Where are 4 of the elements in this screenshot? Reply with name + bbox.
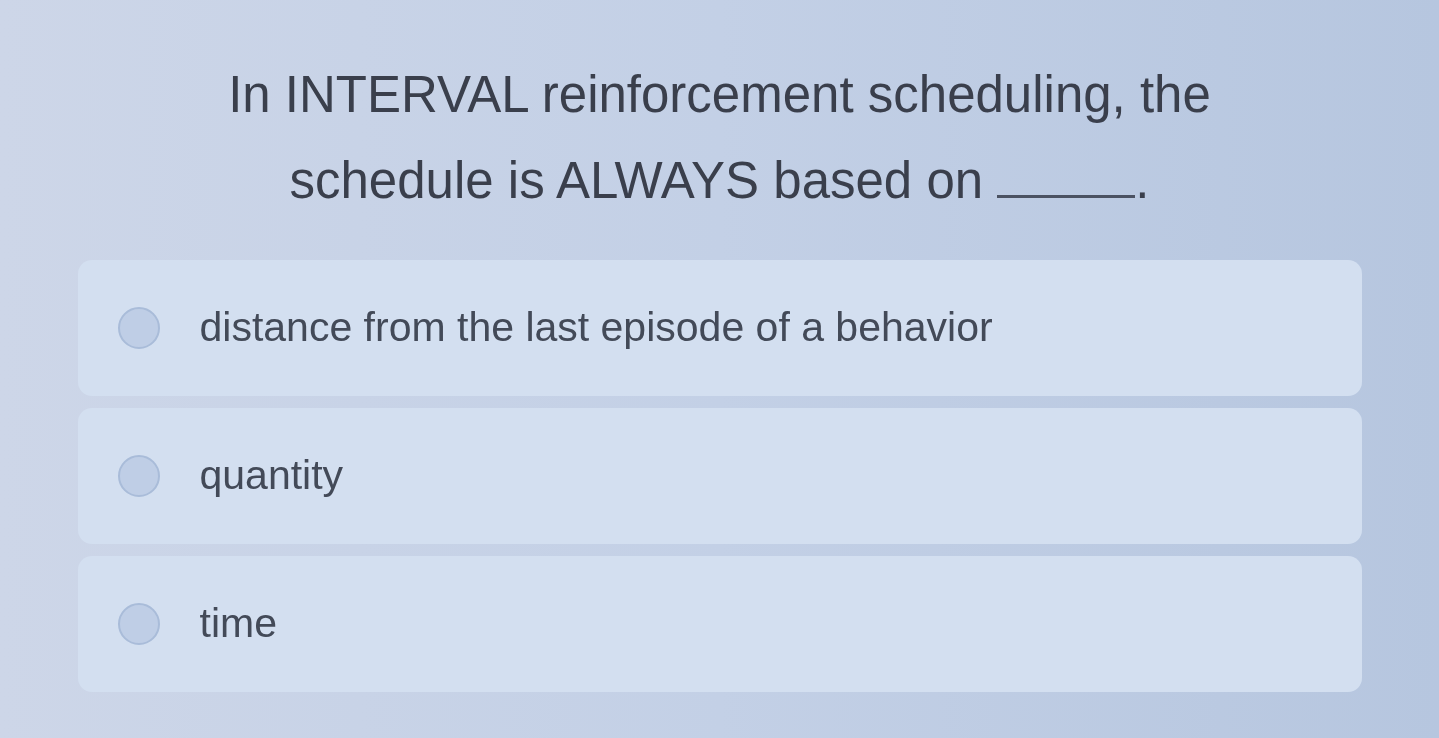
answer-option[interactable]: time xyxy=(77,556,1362,692)
answer-option[interactable]: quantity xyxy=(77,408,1362,544)
answer-option[interactable]: distance from the last episode of a behavior xyxy=(77,260,1362,396)
question-text: In INTERVAL reinforcement scheduling, the schedule is ALWAYS based on . xyxy=(228,65,1211,211)
